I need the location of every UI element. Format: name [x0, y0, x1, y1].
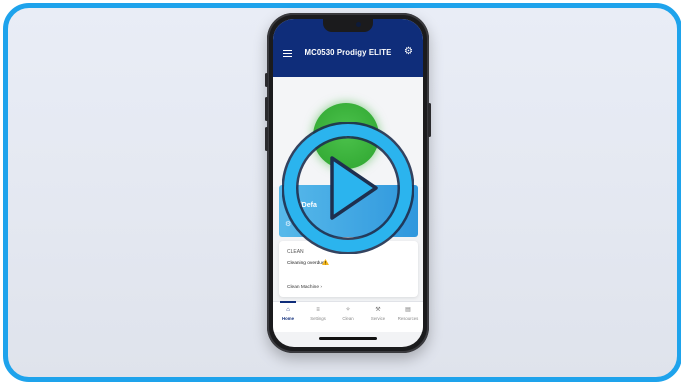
card-message: Cleaning overdue! — [287, 261, 326, 266]
camera-icon — [356, 22, 361, 27]
phone-mute-button — [265, 73, 268, 87]
home-icon: ⌂ — [286, 307, 290, 313]
phone-volume-down-button — [265, 127, 268, 151]
tab-settings-label: Settings — [310, 316, 326, 321]
tab-home-label: Home — [282, 316, 294, 321]
tab-home[interactable]: ⌂ Home — [273, 307, 303, 321]
tab-settings[interactable]: ≡ Settings — [303, 307, 333, 321]
clean-machine-link[interactable]: Clean Machine › — [287, 285, 322, 290]
play-button-icon[interactable] — [282, 122, 414, 254]
tab-clean-label: Clean — [342, 316, 354, 321]
phone-volume-up-button — [265, 97, 268, 121]
tab-resources[interactable]: ▤ Resources — [393, 307, 423, 321]
phone-power-button — [428, 103, 431, 137]
active-tab-indicator — [280, 301, 296, 303]
document-icon: ▤ — [405, 307, 411, 313]
home-indicator — [319, 337, 377, 340]
phone-notch — [323, 19, 373, 32]
tab-service[interactable]: ⚒ Service — [363, 307, 393, 321]
warning-icon — [322, 259, 329, 265]
tab-resources-label: Resources — [397, 316, 419, 321]
wrench-icon: ⚒ — [375, 307, 381, 313]
settings-sliders-icon: ≡ — [316, 307, 320, 313]
hamburger-menu-icon[interactable] — [283, 50, 292, 58]
app-title: MC0530 Prodigy ELITE — [304, 48, 392, 57]
tab-clean[interactable]: ✧ Clean — [333, 307, 363, 321]
clean-sparkle-icon: ✧ — [345, 307, 351, 313]
tab-service-label: Service — [370, 316, 386, 321]
bottom-tab-bar: ⌂ Home ≡ Settings ✧ Clean ⚒ Service ▤ Re… — [273, 301, 423, 332]
gear-icon[interactable]: ⚙ — [404, 47, 413, 57]
